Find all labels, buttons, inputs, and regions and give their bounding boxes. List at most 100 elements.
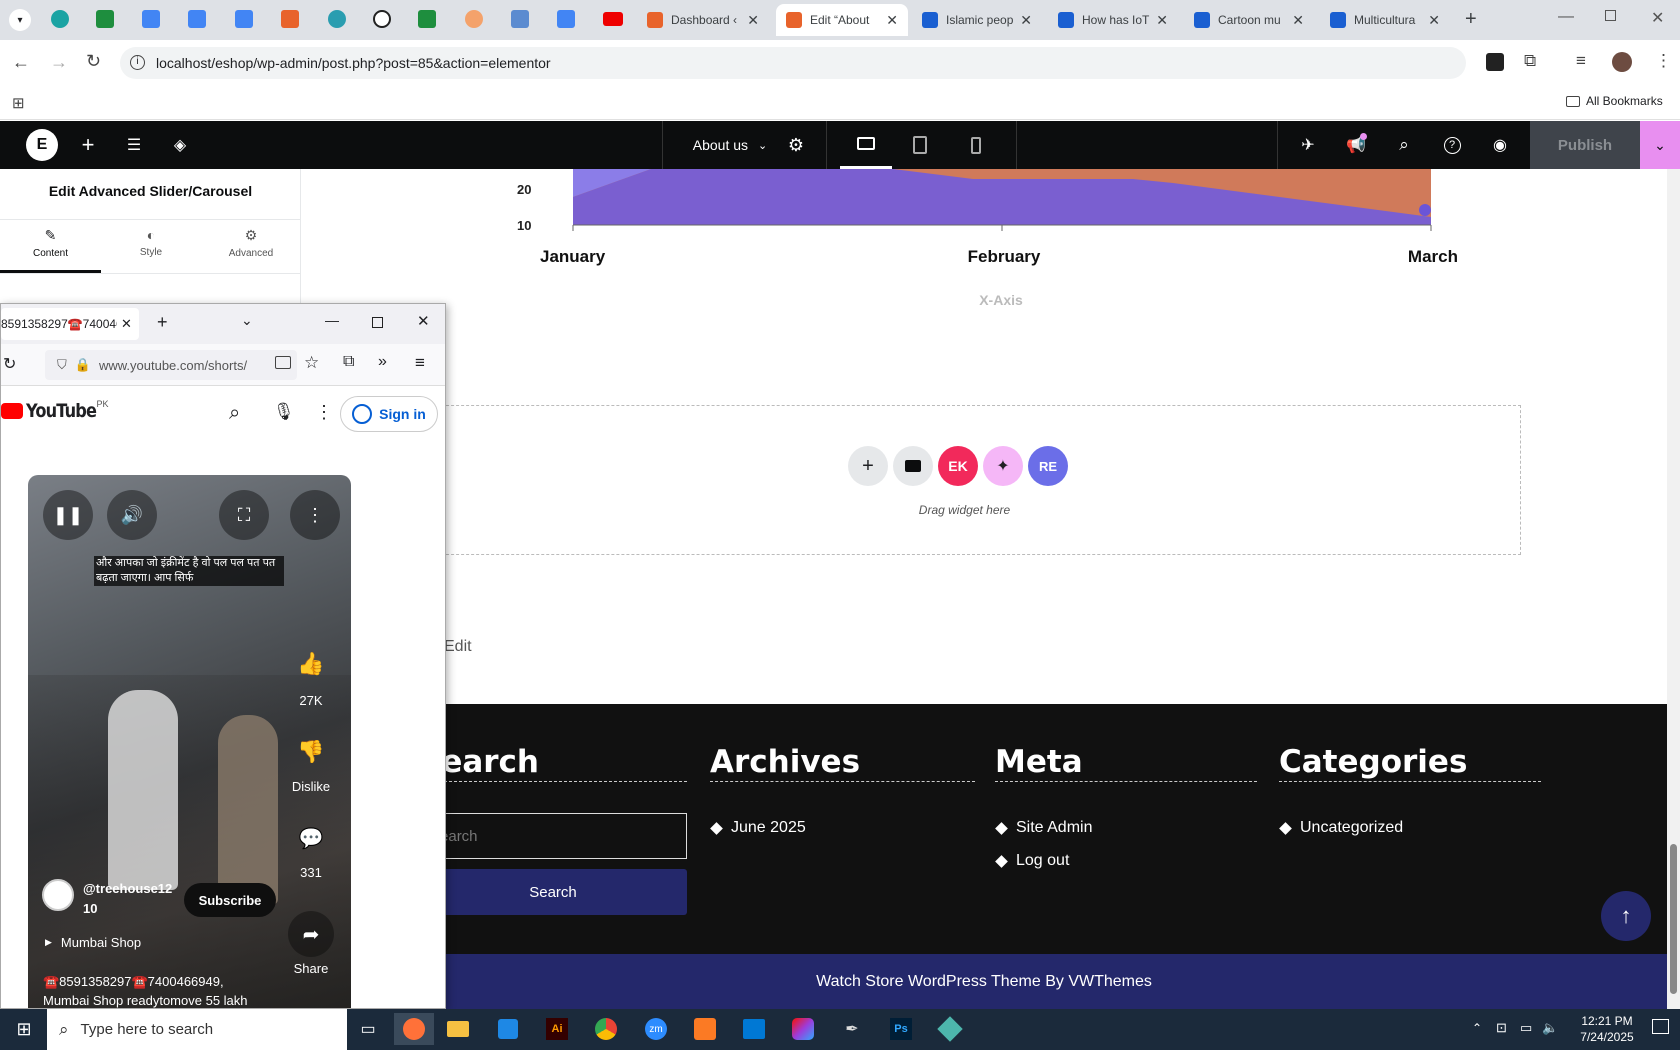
pinned-tab-docs-icon[interactable] — [557, 10, 575, 28]
clock[interactable]: 12:21 PM 7/24/2025 — [1568, 1013, 1646, 1045]
subscribe-button[interactable]: Subscribe — [184, 883, 276, 917]
youtube-logo[interactable]: YouTube PK — [1, 399, 109, 422]
minimize-icon[interactable]: — — [1558, 8, 1574, 26]
start-button[interactable]: ⊞ — [8, 1013, 40, 1045]
firefox-url-bar[interactable]: ⛉ 🔒 www.youtube.com/shorts/ — [45, 350, 297, 380]
pinned-tab-sheets-icon[interactable] — [96, 10, 114, 28]
pinned-tab-docs-icon[interactable] — [235, 10, 253, 28]
tab-dashboard[interactable]: Dashboard ‹ ✕ — [637, 4, 769, 36]
profile-avatar[interactable] — [1612, 52, 1632, 72]
tablet-view-button[interactable] — [906, 121, 934, 169]
file-explorer-button[interactable] — [442, 1013, 474, 1045]
edit-link[interactable]: Edit — [444, 638, 472, 656]
help-button[interactable]: ? — [1440, 121, 1464, 169]
tab-iot[interactable]: How has IoT ✕ — [1048, 4, 1178, 36]
close-icon[interactable]: ✕ — [1428, 12, 1440, 29]
archive-link[interactable]: June 2025 — [710, 819, 806, 837]
tab-content[interactable]: ✎ Content — [0, 227, 101, 273]
dislike-button[interactable]: 👎 Dislike — [286, 739, 336, 794]
fullscreen-button[interactable]: ⛶ — [219, 490, 269, 540]
wifi-icon[interactable]: ▭ — [1520, 1020, 1532, 1036]
overflow-chevrons-icon[interactable]: » — [378, 353, 387, 371]
mobile-view-button[interactable] — [962, 121, 990, 169]
add-section-button[interactable]: + — [848, 446, 888, 486]
notifications-icon[interactable] — [1652, 1019, 1669, 1034]
like-button[interactable]: 👍 27K — [286, 651, 336, 708]
pinned-tab-sheets-icon[interactable] — [418, 10, 436, 28]
publish-options-button[interactable]: ⌄ — [1640, 121, 1680, 169]
bookmark-star-icon[interactable]: ☆ — [304, 353, 319, 373]
close-icon[interactable]: ✕ — [1292, 12, 1304, 29]
pause-button[interactable]: ❚❚ — [43, 490, 93, 540]
pinned-tab-icon[interactable] — [328, 10, 346, 28]
widget-drop-zone[interactable]: + EK ✦ RE Drag widget here — [406, 405, 1521, 555]
taskbar-search[interactable]: ⌕ Type here to search — [47, 1009, 347, 1050]
close-icon[interactable]: ✕ — [747, 12, 759, 29]
chevron-up-icon[interactable]: ⌃ — [1472, 1021, 1482, 1035]
meta-link-site-admin[interactable]: Site Admin — [995, 819, 1092, 837]
pinned-tab-docs-icon[interactable] — [142, 10, 160, 28]
page-settings-button[interactable]: ⚙ — [784, 121, 808, 169]
pinned-tab-icon[interactable] — [511, 10, 529, 28]
menu-hamburger-icon[interactable]: ≡ — [415, 353, 425, 373]
reload-icon[interactable]: ↻ — [3, 354, 16, 374]
desktop-view-button[interactable] — [840, 121, 892, 169]
pip-icon[interactable] — [275, 356, 291, 369]
launch-button[interactable]: ✈ — [1296, 121, 1320, 169]
close-icon[interactable]: ✕ — [1020, 12, 1032, 29]
page-scrollbar[interactable] — [1667, 169, 1680, 1009]
pinned-tab-elementor-icon[interactable] — [281, 10, 299, 28]
shorts-video-player[interactable]: ❚❚ 🔊 ⛶ ⋮ और आपका जो इंक्रीमेंट है वो पल … — [28, 475, 351, 1008]
firefox-tab[interactable]: 8591358297☎️7400466 ✕ — [1, 308, 139, 340]
tab-style[interactable]: ◐ Style — [101, 227, 201, 273]
structure-button[interactable]: ◈ — [168, 121, 192, 169]
zoom-button[interactable]: zm — [640, 1013, 672, 1045]
publish-button[interactable]: Publish — [1530, 121, 1640, 169]
chrome-button[interactable] — [590, 1013, 622, 1045]
royal-elements-button[interactable]: RE — [1028, 446, 1068, 486]
comments-button[interactable]: 💬 331 — [286, 826, 336, 880]
elementskit-button[interactable]: EK — [938, 446, 978, 486]
new-tab-icon[interactable]: + — [157, 312, 168, 333]
pinned-tab-icon[interactable] — [465, 10, 483, 28]
elementor-logo-button[interactable]: E — [24, 121, 60, 169]
volume-button[interactable]: 🔊 — [107, 490, 157, 540]
close-window-icon[interactable]: ✕ — [417, 312, 430, 330]
reload-icon[interactable]: ↻ — [86, 51, 101, 72]
share-button[interactable]: ➦ Share — [286, 911, 336, 976]
scroll-to-top-button[interactable]: ↑ — [1601, 891, 1651, 941]
pinned-tab-openai-icon[interactable] — [373, 10, 391, 28]
firefox-taskbar-button[interactable] — [394, 1013, 434, 1045]
app-button[interactable] — [934, 1013, 966, 1045]
outlook-button[interactable] — [738, 1013, 770, 1045]
notifications-button[interactable]: 📢 — [1344, 121, 1368, 169]
chevron-down-icon[interactable]: ⌄ — [241, 312, 253, 329]
site-info-icon[interactable]: i — [130, 55, 145, 70]
pinned-tab-docs-icon[interactable] — [188, 10, 206, 28]
ai-button[interactable]: ✦ — [983, 446, 1023, 486]
task-view-button[interactable]: ▭ — [352, 1013, 384, 1045]
meta-link-log-out[interactable]: Log out — [995, 852, 1069, 870]
tab-advanced[interactable]: ⚙ Advanced — [201, 227, 301, 273]
channel-avatar[interactable] — [42, 879, 74, 911]
address-bar[interactable]: i localhost/eshop/wp-admin/post.php?post… — [120, 47, 1466, 79]
extensions-puzzle-icon[interactable]: ⧉ — [1524, 51, 1536, 71]
close-window-icon[interactable]: ✕ — [1651, 8, 1664, 28]
search-icon[interactable]: ⌕ — [229, 402, 240, 425]
tab-islamic[interactable]: Islamic peop ✕ — [912, 4, 1042, 36]
tab-search-button[interactable]: ▾ — [9, 9, 31, 31]
tab-multicultural[interactable]: Multicultura ✕ — [1320, 4, 1450, 36]
extensions-icon[interactable]: ⧉ — [343, 353, 354, 371]
more-options-button[interactable]: ⋮ — [290, 490, 340, 540]
creative-cloud-button[interactable] — [787, 1013, 819, 1045]
media-control-icon[interactable]: ≡ — [1576, 51, 1586, 71]
close-icon[interactable]: ✕ — [1156, 12, 1168, 29]
finder-button[interactable]: ⌕ — [1392, 121, 1416, 169]
location-tag[interactable]: ▶ Mumbai Shop — [45, 935, 141, 950]
volume-icon[interactable]: 🔈 — [1542, 1020, 1558, 1036]
category-link[interactable]: Uncategorized — [1279, 819, 1403, 837]
minimize-icon[interactable]: — — [325, 312, 339, 328]
add-element-button[interactable]: + — [76, 121, 100, 169]
pinned-tab-icon[interactable] — [51, 10, 69, 28]
chrome-menu-icon[interactable]: ⋮ — [1655, 51, 1672, 71]
